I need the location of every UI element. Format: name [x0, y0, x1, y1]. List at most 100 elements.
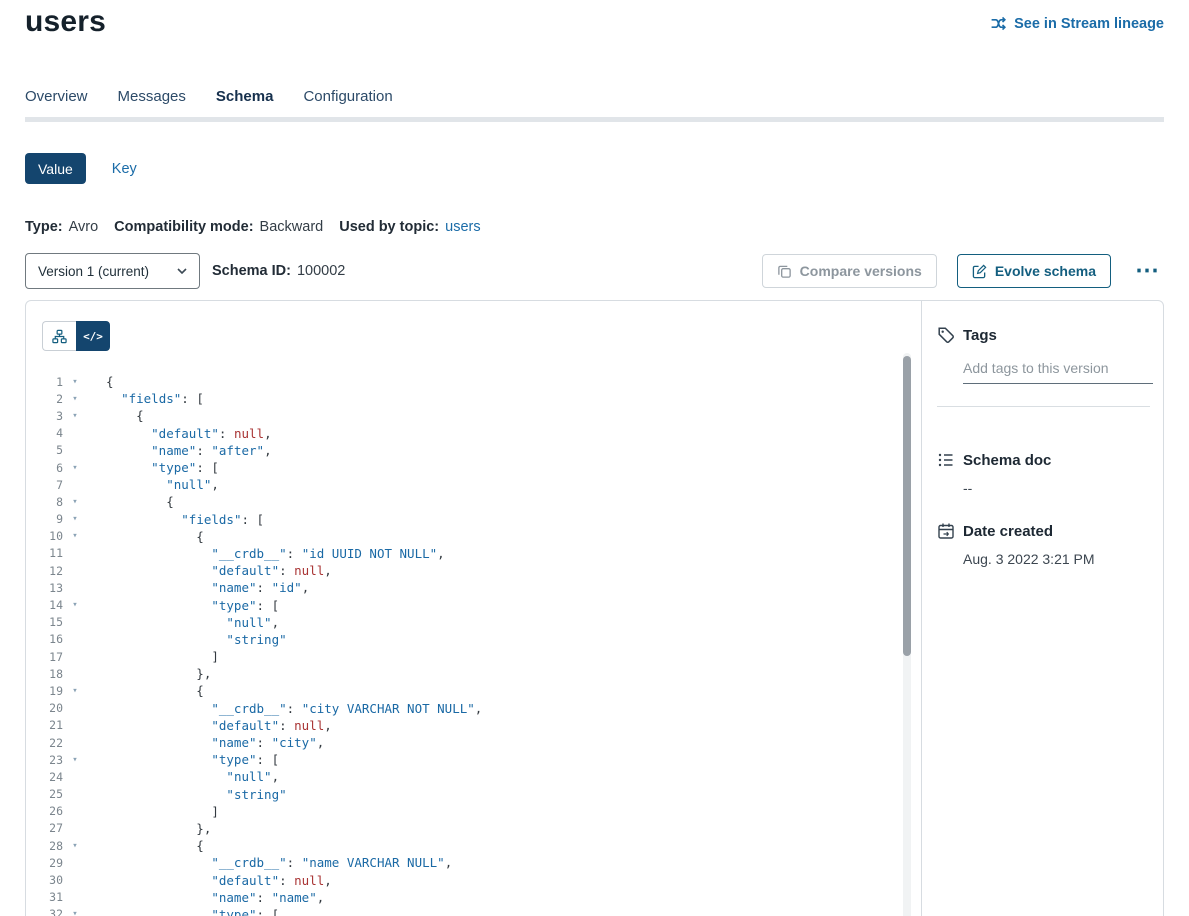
date-created-title: Date created [963, 523, 1053, 540]
code-line: 21 "default": null, [26, 717, 901, 734]
fold-toggle-icon[interactable]: ▾ [63, 841, 87, 851]
fold-toggle-icon[interactable]: ▾ [63, 600, 87, 610]
code-text: "type": [ [106, 460, 219, 475]
schema-meta-row: Type: Avro Compatibility mode: Backward … [25, 219, 481, 235]
evolve-schema-button[interactable]: Evolve schema [957, 254, 1111, 288]
code-line: 3▾ { [26, 407, 901, 424]
code-text: "fields": [ [106, 391, 204, 406]
code-line: 26 ] [26, 803, 901, 820]
code-text: "string" [106, 787, 287, 802]
line-number: 16 [26, 632, 63, 646]
code-text: ] [106, 804, 219, 819]
tags-section-header: Tags [937, 326, 1150, 344]
editor-scrollbar-thumb[interactable] [903, 356, 911, 656]
code-text: "name": "id", [106, 580, 309, 595]
schema-sidebar: Tags Schema doc -- Da [922, 301, 1165, 916]
code-text: { [106, 683, 204, 698]
version-select-value: Version 1 (current) [38, 264, 149, 279]
line-number: 13 [26, 581, 63, 595]
compare-icon [777, 264, 792, 279]
schema-doc-value: -- [963, 480, 1150, 496]
code-text: "name": "city", [106, 735, 324, 750]
compare-versions-label: Compare versions [800, 263, 922, 279]
schema-id-label: Schema ID: [212, 263, 291, 279]
code-text: "name": "after", [106, 443, 272, 458]
code-line: 31 "name": "name", [26, 889, 901, 906]
code-line: 6▾ "type": [ [26, 459, 901, 476]
editor-scrollbar-track[interactable] [903, 353, 911, 916]
line-number: 10 [26, 529, 63, 543]
code-text: { [106, 838, 204, 853]
schema-doc-section-header: Schema doc [937, 451, 1150, 469]
code-line: 19▾ { [26, 682, 901, 699]
code-text: }, [106, 666, 211, 681]
topic-link[interactable]: users [445, 219, 480, 235]
page-title: users [25, 5, 106, 39]
code-line: 13 "name": "id", [26, 579, 901, 596]
line-number: 3 [26, 409, 63, 423]
fold-toggle-icon[interactable]: ▾ [63, 394, 87, 404]
code-line: 4 "default": null, [26, 425, 901, 442]
key-toggle-button[interactable]: Key [112, 161, 137, 177]
code-line: 5 "name": "after", [26, 442, 901, 459]
line-number: 6 [26, 461, 63, 475]
code-text: "default": null, [106, 563, 332, 578]
more-options-button[interactable]: ⋯ [1131, 266, 1164, 276]
line-number: 19 [26, 684, 63, 698]
code-text: ] [106, 649, 219, 664]
code-line: 14▾ "type": [ [26, 596, 901, 613]
stream-lineage-link[interactable]: See in Stream lineage [990, 15, 1164, 32]
tree-view-button[interactable] [42, 321, 76, 351]
value-key-toggle: Value Key [25, 153, 137, 184]
code-text: "__crdb__": "name VARCHAR NULL", [106, 855, 452, 870]
fold-toggle-icon[interactable]: ▾ [63, 531, 87, 541]
tree-view-icon [52, 329, 67, 344]
code-text: { [106, 374, 114, 389]
code-text: "__crdb__": "id UUID NOT NULL", [106, 546, 445, 561]
code-text: "__crdb__": "city VARCHAR NOT NULL", [106, 701, 482, 716]
line-number: 12 [26, 564, 63, 578]
fold-toggle-icon[interactable]: ▾ [63, 377, 87, 387]
code-text: "null", [106, 769, 279, 784]
code-line: 17 ] [26, 648, 901, 665]
version-select[interactable]: Version 1 (current) [25, 253, 200, 289]
schema-action-buttons: Compare versions Evolve schema ⋯ [762, 254, 1164, 288]
date-created-section-header: Date created [937, 522, 1150, 540]
line-number: 27 [26, 821, 63, 835]
line-number: 14 [26, 598, 63, 612]
code-line: 16 "string" [26, 631, 901, 648]
compatibility-label: Compatibility mode: [114, 219, 253, 235]
chevron-down-icon [177, 268, 187, 274]
fold-toggle-icon[interactable]: ▾ [63, 514, 87, 524]
code-line: 18 }, [26, 665, 901, 682]
line-number: 28 [26, 839, 63, 853]
code-text: "null", [106, 615, 279, 630]
fold-toggle-icon[interactable]: ▾ [63, 497, 87, 507]
fold-toggle-icon[interactable]: ▾ [63, 463, 87, 473]
code-line: 25 "string" [26, 786, 901, 803]
code-text: "default": null, [106, 873, 332, 888]
value-toggle-button[interactable]: Value [25, 153, 86, 184]
line-number: 15 [26, 615, 63, 629]
add-tags-input[interactable] [963, 356, 1153, 384]
lineage-icon [990, 15, 1007, 32]
line-number: 2 [26, 392, 63, 406]
code-line: 2▾ "fields": [ [26, 390, 901, 407]
tab-underline-bar [25, 117, 1164, 122]
tags-title: Tags [963, 327, 997, 344]
fold-toggle-icon[interactable]: ▾ [63, 909, 87, 916]
compare-versions-button[interactable]: Compare versions [762, 254, 937, 288]
line-number: 31 [26, 890, 63, 904]
code-view-button[interactable]: </> [76, 321, 110, 351]
code-line: 28▾ { [26, 837, 901, 854]
code-text: "default": null, [106, 718, 332, 733]
code-text: { [106, 529, 204, 544]
used-by-topic-label: Used by topic: [339, 219, 439, 235]
fold-toggle-icon[interactable]: ▾ [63, 686, 87, 696]
line-number: 26 [26, 804, 63, 818]
line-number: 21 [26, 718, 63, 732]
fold-toggle-icon[interactable]: ▾ [63, 755, 87, 765]
code-line: 27 }, [26, 820, 901, 837]
code-line: 20 "__crdb__": "city VARCHAR NOT NULL", [26, 700, 901, 717]
fold-toggle-icon[interactable]: ▾ [63, 411, 87, 421]
